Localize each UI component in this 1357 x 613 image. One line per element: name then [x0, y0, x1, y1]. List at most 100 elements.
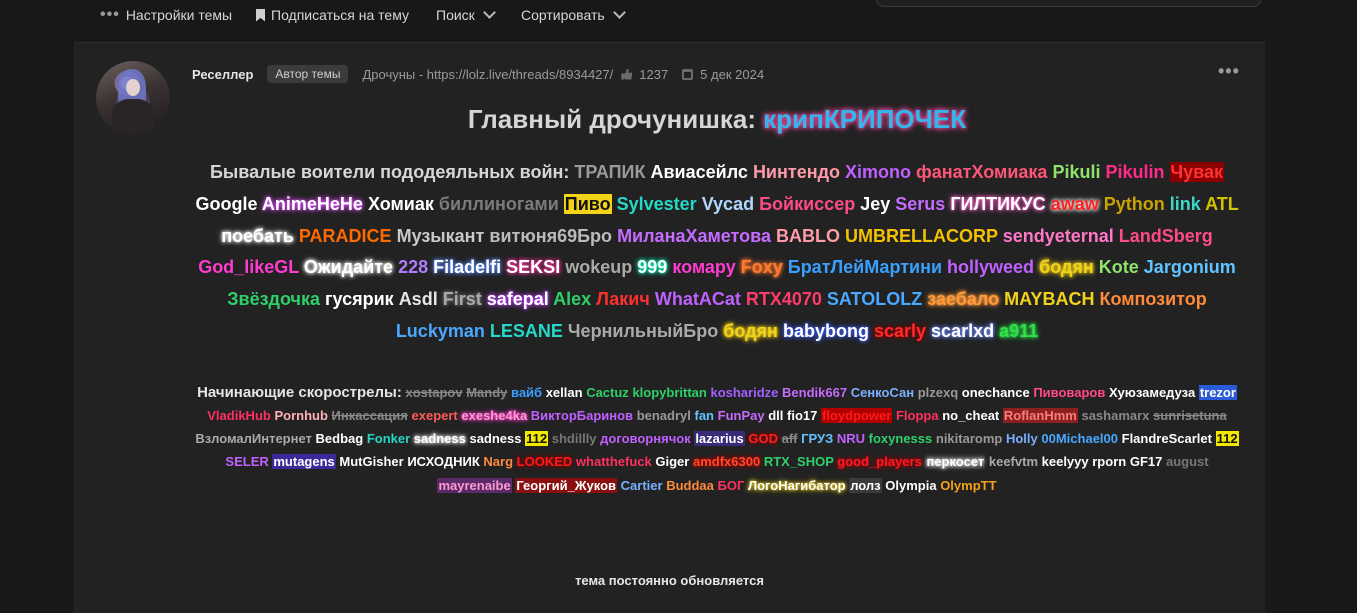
user-nick[interactable]: exeshe4ka [461, 408, 527, 423]
user-nick[interactable]: Google [196, 194, 258, 214]
user-nick[interactable]: RoflanHmm [1002, 407, 1078, 423]
user-nick[interactable]: Filadelfi [433, 257, 501, 277]
user-nick[interactable]: Foxy [741, 257, 783, 277]
user-nick[interactable]: LandSberg [1119, 226, 1213, 246]
sort-dropdown[interactable]: Сортировать [521, 6, 626, 24]
user-nick[interactable]: 112 [525, 431, 549, 447]
post-actions-menu[interactable]: ••• [1218, 61, 1240, 82]
search-dropdown[interactable]: Поиск [436, 6, 496, 24]
user-nick[interactable]: foxynesss [869, 431, 933, 446]
user-nick[interactable]: Cartier [621, 478, 663, 493]
user-nick[interactable]: ЧернильныйБро [568, 321, 718, 341]
user-nick[interactable]: sadness [414, 431, 466, 446]
user-nick[interactable]: SATOLOLZ [827, 289, 922, 309]
user-nick[interactable]: Fonker [367, 431, 410, 446]
user-nick[interactable]: Sylvester [617, 194, 697, 214]
user-nick[interactable]: klopybrittan [632, 385, 706, 400]
user-nick[interactable]: перкосет [925, 454, 986, 470]
user-nick[interactable]: dll [768, 408, 783, 423]
user-nick[interactable]: Jey [860, 194, 890, 214]
user-nick[interactable]: Luckyman [396, 321, 485, 341]
user-nick[interactable]: ГРУЗ [801, 431, 833, 446]
user-nick[interactable]: rporn [1092, 454, 1126, 469]
user-nick[interactable]: good_players [837, 454, 922, 469]
user-nick[interactable]: заебало [927, 289, 999, 309]
user-nick[interactable]: бодян [723, 321, 778, 341]
user-nick[interactable]: august [1166, 454, 1209, 469]
user-nick[interactable]: Хуюзамедуза [1109, 385, 1195, 400]
user-nick[interactable]: sadness [469, 431, 521, 446]
user-nick[interactable]: scarlxd [931, 321, 994, 341]
user-nick[interactable]: BABLO [776, 226, 840, 246]
user-nick[interactable]: PARADICE [299, 226, 392, 246]
user-nick[interactable]: mayrenaibe [437, 477, 512, 493]
user-nick[interactable]: Cactuz [586, 385, 629, 400]
user-nick[interactable]: гусярик [325, 289, 394, 309]
user-nick[interactable]: fio17 [787, 408, 817, 423]
user-nick[interactable]: aff [782, 431, 798, 446]
user-nick[interactable]: keelyyy [1042, 454, 1089, 469]
user-nick[interactable]: Чувак [1169, 162, 1225, 182]
user-nick[interactable]: MutGisher [339, 454, 403, 469]
user-nick[interactable]: God_likeGL [198, 257, 299, 277]
user-nick[interactable]: scarly [874, 321, 926, 341]
user-nick[interactable]: Пивоваров [1033, 385, 1105, 400]
thread-settings-menu[interactable]: ••• Настройки темы [100, 6, 232, 24]
user-nick[interactable]: wokeup [565, 257, 632, 277]
user-nick[interactable]: xostapov [406, 385, 463, 400]
user-nick[interactable]: nikitaromp [936, 431, 1002, 446]
user-nick[interactable]: ИСХОДНИК [407, 454, 479, 469]
user-nick[interactable]: Floppa [896, 408, 939, 423]
user-nick[interactable]: Buddaa [666, 478, 714, 493]
user-nick[interactable]: бодян [1039, 257, 1094, 277]
user-nick[interactable]: Инкассация [332, 408, 408, 423]
user-nick[interactable]: Vycad [702, 194, 754, 214]
post-date[interactable]: 5 дек 2024 [700, 67, 764, 82]
user-nick[interactable]: exepert [412, 408, 458, 423]
user-nick[interactable]: Нинтендо [753, 162, 840, 182]
user-nick[interactable]: Звёздочка [227, 289, 320, 309]
user-nick[interactable]: RTX_SHOP [764, 454, 834, 469]
user-nick[interactable]: Mandy [466, 385, 507, 400]
thread-ref[interactable]: Дрочуны - https://lolz.live/threads/8934… [362, 67, 613, 82]
user-nick[interactable]: 112 [1215, 431, 1239, 447]
user-nick[interactable]: Музыкант [397, 226, 485, 246]
user-nick[interactable]: ВзломалИнтернет [195, 431, 311, 446]
user-nick[interactable]: VladikHub [207, 408, 271, 423]
user-nick[interactable]: 228 [398, 257, 428, 277]
user-nick[interactable]: Пиво [563, 193, 612, 214]
user-nick[interactable]: Holly [1006, 431, 1038, 446]
user-nick[interactable]: договорнячок [600, 431, 691, 446]
user-nick[interactable]: лолз [849, 477, 882, 493]
user-nick[interactable]: Jargonium [1144, 257, 1236, 277]
user-nick[interactable]: Alex [553, 289, 591, 309]
user-nick[interactable]: UMBRELLACORP [845, 226, 998, 246]
user-nick[interactable]: GOD [748, 431, 778, 446]
user-nick[interactable]: Asdl [399, 289, 438, 309]
user-nick[interactable]: LESANE [490, 321, 563, 341]
user-nick[interactable]: Kote [1099, 257, 1139, 277]
user-nick[interactable]: МиланаХаметова [617, 226, 771, 246]
user-nick[interactable]: Python [1104, 194, 1165, 214]
subscribe-button[interactable]: Подписаться на тему [256, 6, 409, 24]
user-nick[interactable]: sendyeternal [1003, 226, 1114, 246]
title-name[interactable]: крипКРИПОЧЕК [763, 104, 966, 134]
user-nick[interactable]: Ximono [845, 162, 911, 182]
user-nick[interactable]: Bendik667 [782, 385, 847, 400]
user-nick[interactable]: keefvtm [989, 454, 1038, 469]
user-nick[interactable]: lazarius [694, 431, 745, 447]
user-nick[interactable]: Хомиак [368, 194, 434, 214]
user-nick[interactable]: ВикторБаринов [531, 408, 633, 423]
user-nick[interactable]: babybong [783, 321, 869, 341]
user-nick[interactable]: mutagens [272, 454, 336, 470]
user-nick[interactable]: FlandreScarlet [1122, 431, 1212, 446]
user-nick[interactable]: awaw [1051, 194, 1099, 214]
user-nick[interactable]: ГИЛТИКУС [950, 194, 1045, 214]
user-nick[interactable]: вайб [511, 385, 542, 400]
username-link[interactable]: Реселлер [192, 67, 253, 82]
user-nick[interactable]: GF17 [1130, 454, 1163, 469]
user-nick[interactable]: Лакич [596, 289, 650, 309]
user-nick[interactable]: Serus [895, 194, 945, 214]
user-nick[interactable]: floydpower [820, 407, 893, 423]
user-nick[interactable]: Olympia [885, 478, 936, 493]
